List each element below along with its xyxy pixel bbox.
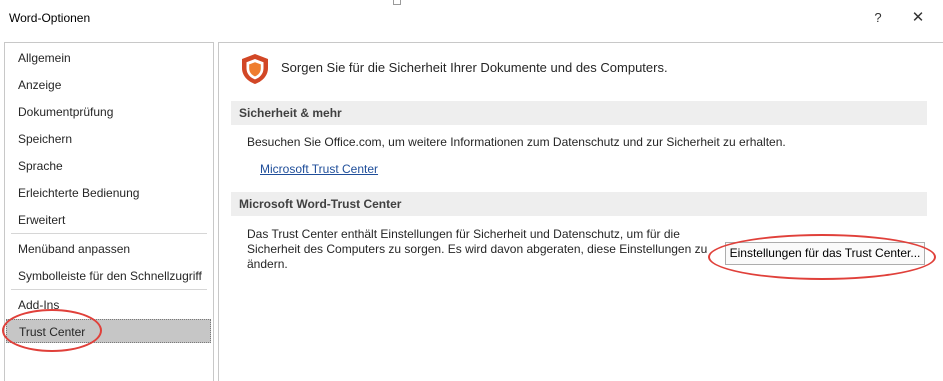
main-panel: Sorgen Sie für die Sicherheit Ihrer Doku… [218,42,943,381]
text-line: ändern. [247,257,288,271]
sidebar-item-allgemein[interactable]: Allgemein [6,46,211,70]
title-bar: Word-Optionen ? ✕ [0,0,943,38]
section-text-sicherheit: Besuchen Sie Office.com, um weitere Info… [247,135,786,149]
close-button[interactable]: ✕ [908,8,928,28]
sidebar-item-anzeige[interactable]: Anzeige [6,73,211,97]
shield-icon [242,54,268,84]
sidebar-item-label: Dokumentprüfung [18,105,114,119]
sidebar-item-label: Erleichterte Bedienung [18,186,140,200]
section-title-sicherheit: Sicherheit & mehr [231,101,927,125]
section-title-trust-center: Microsoft Word-Trust Center [231,192,927,216]
sidebar-item-symbolleiste[interactable]: Symbolleiste für den Schnellzugriff [6,264,211,288]
sidebar-item-label: Symbolleiste für den Schnellzugriff [18,269,202,283]
sidebar-item-erleichterte-bedienung[interactable]: Erleichterte Bedienung [6,181,211,205]
sidebar-item-label: Menüband anpassen [18,242,131,256]
sidebar-item-label: Erweitert [18,213,66,227]
section-text-trust-center: Das Trust Center enthält Einstellungen f… [247,227,707,272]
sidebar-item-speichern[interactable]: Speichern [6,127,211,151]
sidebar-item-menueband-anpassen[interactable]: Menüband anpassen [6,237,211,261]
sidebar-item-sprache[interactable]: Sprache [6,154,211,178]
sidebar-item-dokumentpruefung[interactable]: Dokumentprüfung [6,100,211,124]
window-title: Word-Optionen [9,11,91,25]
help-button[interactable]: ? [870,8,886,28]
sidebar-divider [11,233,207,234]
annotation-ellipse [708,234,936,280]
sidebar-item-erweitert[interactable]: Erweitert [6,208,211,232]
sidebar-item-label: Sprache [18,159,63,173]
annotation-ellipse [2,309,102,352]
resize-grip[interactable] [393,0,401,5]
sidebar-item-label: Allgemein [18,51,71,65]
sidebar-item-label: Speichern [18,132,73,146]
sidebar-item-label: Anzeige [18,78,62,92]
trust-center-link[interactable]: Microsoft Trust Center [260,162,378,176]
heading-text: Sorgen Sie für die Sicherheit Ihrer Doku… [281,60,668,75]
sidebar-divider [11,289,207,290]
text-line: Das Trust Center enthält Einstellungen f… [247,227,680,241]
text-line: Sicherheit des Computers zu sorgen. Es w… [247,242,708,256]
